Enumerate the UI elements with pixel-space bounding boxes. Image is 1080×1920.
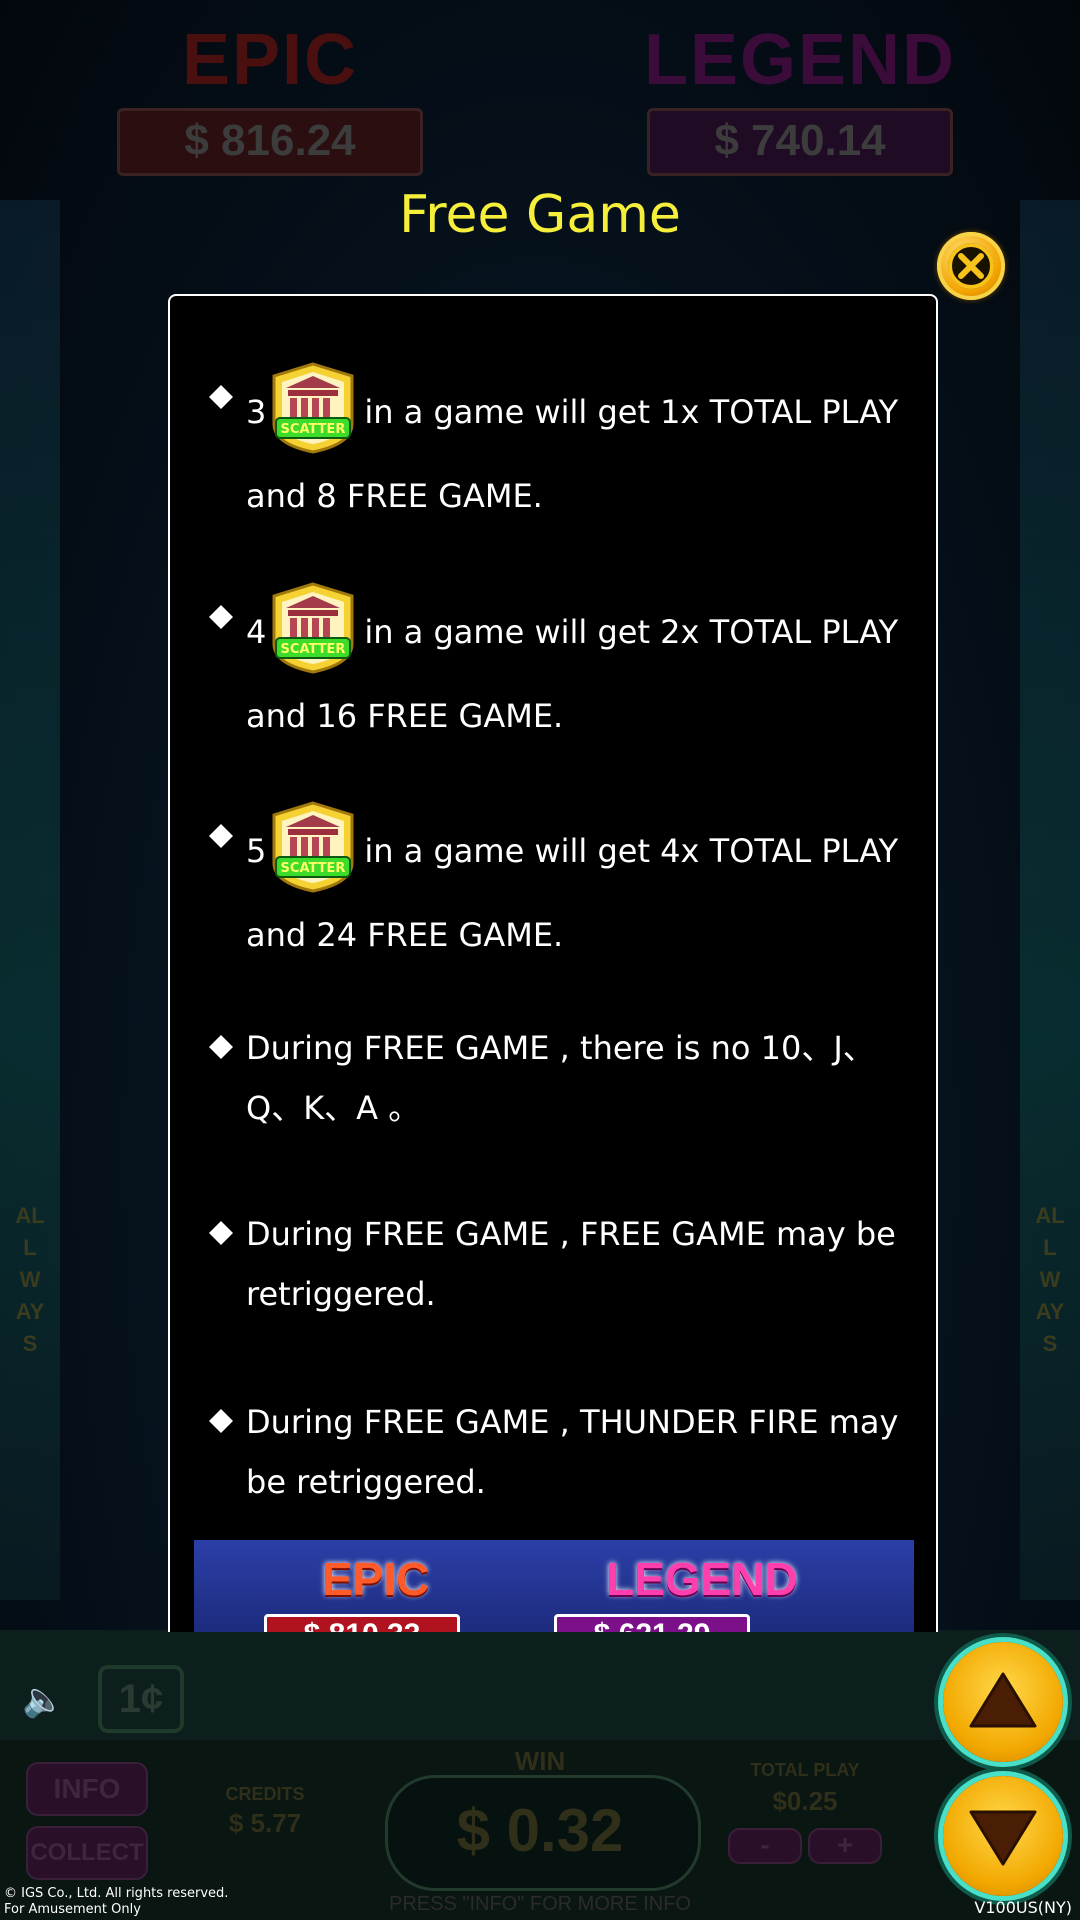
diamond-bullet-icon [209,1035,233,1059]
rule-count: 3 [246,393,267,431]
denomination-button[interactable]: 1¢ [98,1665,184,1733]
rules-panel[interactable]: 3 SCATTER in a game will get 1x TOTAL PL… [168,294,938,1632]
scroll-down-button[interactable] [943,1776,1063,1896]
diamond-bullet-icon [209,385,233,409]
speaker-icon[interactable]: 🔈 [22,1680,64,1720]
close-button[interactable] [937,232,1005,300]
collect-button[interactable]: COLLECT [26,1826,148,1880]
info-button[interactable]: INFO [26,1762,148,1816]
version-label: V100US(NY) [974,1898,1072,1917]
total-play-value: $0.25 [772,1786,838,1816]
legal-notice: © IGS Co., Ltd. All rights reserved. For… [4,1886,228,1918]
rule-line2: Q、K、A 。 [246,1089,421,1127]
arrow-down-icon [969,1810,1037,1866]
win-label: WIN [514,1746,566,1776]
legal-line1: © IGS Co., Ltd. All rights reserved. [4,1886,229,1901]
preview-epic-amount: $ 810.33 [264,1614,460,1632]
diamond-bullet-icon [209,824,233,848]
game-preview-image: EPIC LEGEND $ 810.33 $ 621.29 [194,1540,914,1632]
rule-line1: in a game will get 2x TOTAL PLAY [364,613,899,651]
scatter-icon: SCATTER [270,582,356,674]
diamond-bullet-icon [209,1221,233,1245]
credits-label: CREDITS [225,1784,305,1804]
scatter-icon: SCATTER [270,801,356,893]
rule-line2: and 24 FREE GAME. [246,916,564,954]
rule-line2: be retriggered. [246,1463,486,1501]
rule-line1: in a game will get 1x TOTAL PLAY [364,393,899,431]
rule-line2: and 8 FREE GAME. [246,477,543,515]
scatter-icon: SCATTER [270,362,356,454]
bet-plus-button[interactable]: + [808,1828,882,1864]
legal-line2: For Amusement Only [4,1902,141,1917]
svg-text:SCATTER: SCATTER [281,642,346,657]
rule-line2: and 16 FREE GAME. [246,697,564,735]
rule-line1: During FREE GAME , FREE GAME may be [246,1215,896,1253]
credits-value: $ 5.77 [228,1808,302,1838]
rule-line2: retriggered. [246,1275,436,1313]
total-play-label: TOTAL PLAY [750,1760,860,1780]
diamond-bullet-icon [209,605,233,629]
rule-line1: in a game will get 4x TOTAL PLAY [364,832,899,870]
diamond-bullet-icon [209,1409,233,1433]
rule-count: 5 [246,832,267,870]
preview-legend-amount: $ 621.29 [554,1614,750,1632]
rule-line1: During FREE GAME , there is no 10、J、 [246,1029,875,1067]
preview-legend-title: LEGEND [606,1553,798,1605]
preview-epic-title: EPIC [322,1553,430,1605]
win-value: $ 0.32 [456,1797,624,1864]
free-game-dialog: Free Game 3 SCATTER in a game will get 1… [0,0,1080,1632]
dialog-title: Free Game [399,185,681,245]
bet-minus-button[interactable]: - [728,1828,802,1864]
rule-count: 4 [246,613,267,651]
close-icon [948,243,994,289]
rule-line1: During FREE GAME , THUNDER FIRE may [246,1403,899,1441]
arrow-up-icon [969,1672,1037,1728]
svg-text:SCATTER: SCATTER [281,861,346,876]
svg-text:SCATTER: SCATTER [281,422,346,437]
scroll-up-button[interactable] [943,1642,1063,1762]
